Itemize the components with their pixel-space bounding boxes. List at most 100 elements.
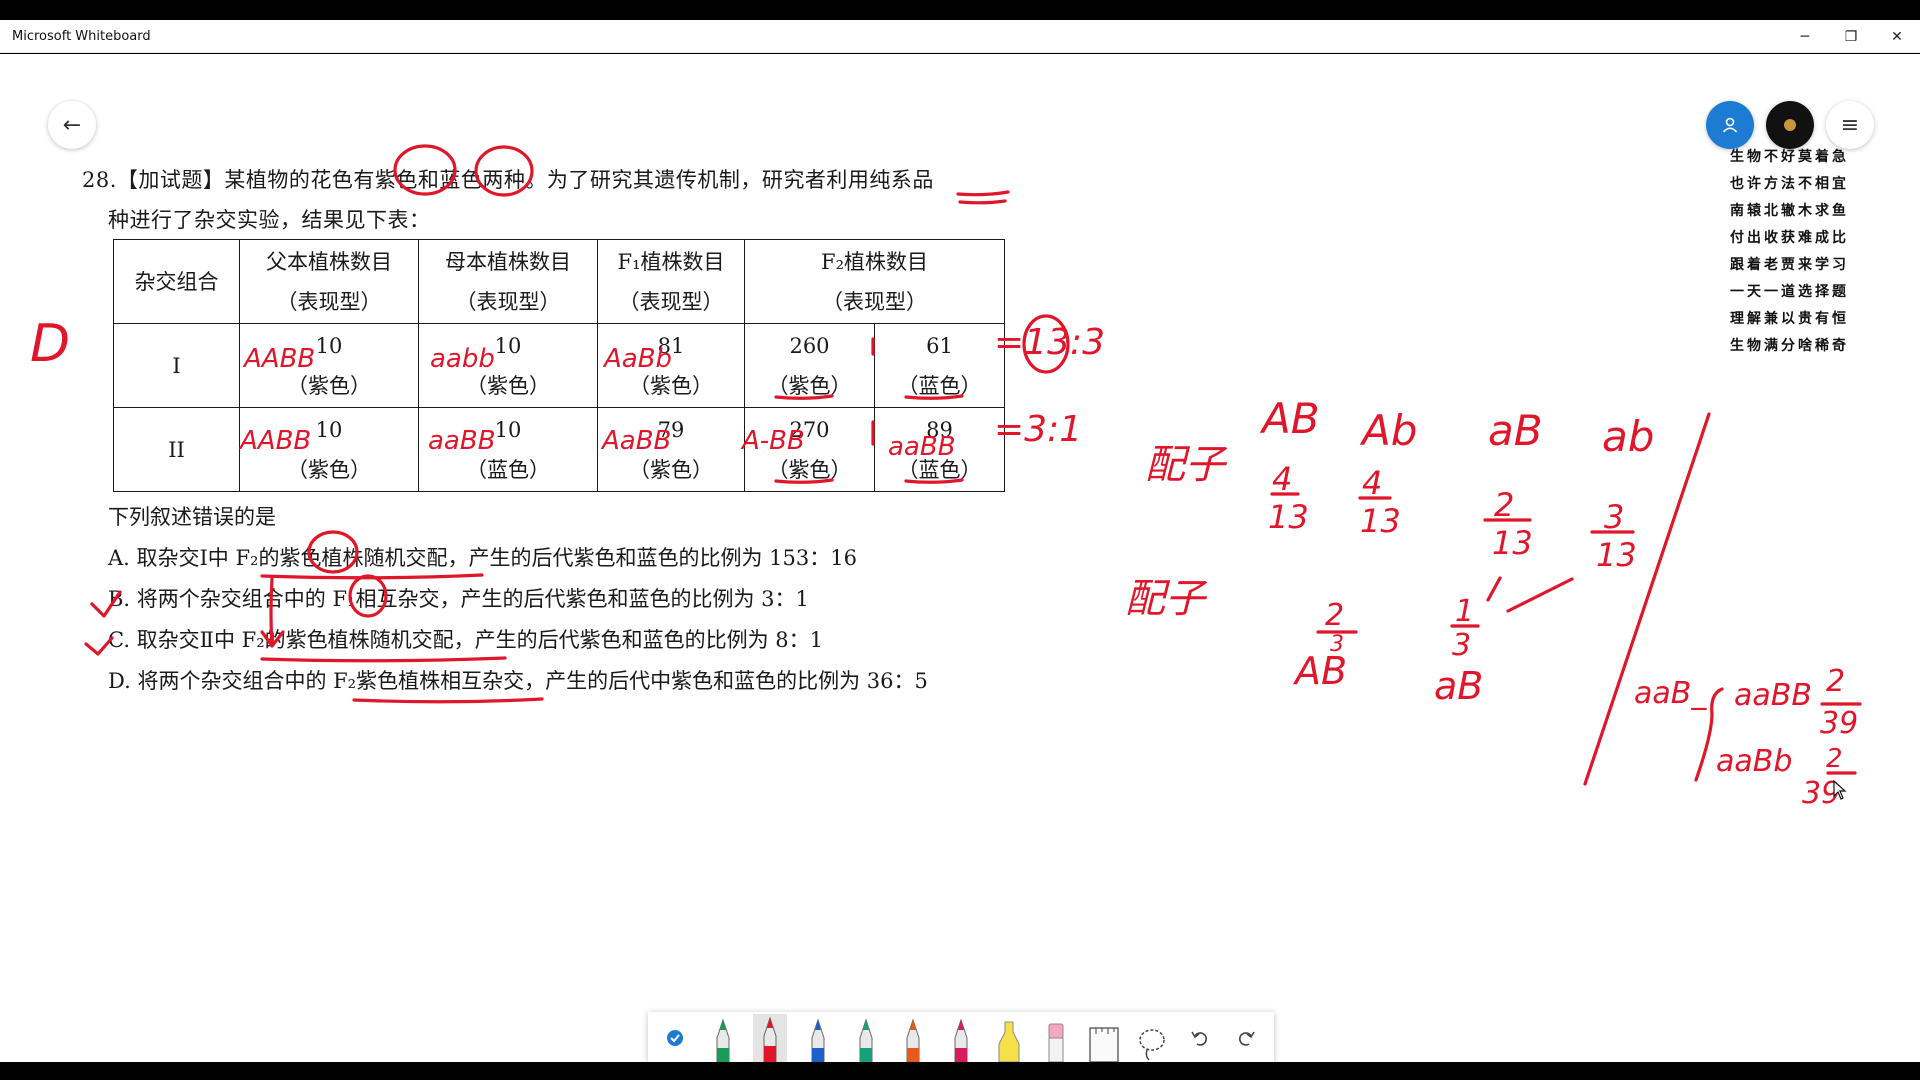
title-bar: Microsoft Whiteboard ─ ❐ ✕ <box>0 20 1920 53</box>
pen-galaxy-icon <box>954 1018 968 1062</box>
eraser-tool[interactable] <box>1040 1014 1074 1062</box>
pen-tool-teal[interactable] <box>849 1014 883 1062</box>
pen-rainbow-icon <box>906 1018 920 1062</box>
ink-fraction-den: 13 <box>1492 524 1533 562</box>
ink-genotype: aabb <box>430 344 495 374</box>
table-header-row: 杂交组合 父本植株数目 （表现型） 母本植株数目 （表现型） F₁植株数目 （表现型）… <box>113 239 1005 324</box>
ink-ratio-13-3: =13:3 <box>994 322 1106 363</box>
undo-button[interactable] <box>1183 1014 1217 1062</box>
share-button[interactable] <box>1706 101 1754 149</box>
arrow-left-icon: ← <box>62 112 82 138</box>
question-prompt: 下列叙述错误的是 <box>108 505 276 529</box>
ink-fraction-den: 3 <box>1452 628 1472 663</box>
pen-teal-icon <box>859 1018 873 1062</box>
restore-button[interactable]: ❐ <box>1828 20 1874 53</box>
ink-red-slash-1 <box>1486 576 1502 602</box>
ink-ratio-3-1: =3:1 <box>994 409 1083 450</box>
person-icon <box>1722 117 1738 133</box>
highlighter-tool[interactable] <box>992 1014 1026 1062</box>
ink-long-divider <box>1583 412 1711 786</box>
menu-icon: ≡ <box>1840 112 1860 138</box>
cell-f2-purple: 260 （紫色） <box>744 323 875 408</box>
ink-fraction-den: 39 <box>1820 706 1859 741</box>
ink-fraction-den: 13 <box>1360 502 1401 540</box>
ink-genotype: aaBB <box>428 426 496 456</box>
pen-tool-blue[interactable] <box>801 1014 835 1062</box>
top-black-band <box>0 0 1920 20</box>
eraser-icon <box>1048 1023 1064 1062</box>
ink-fraction-num: 2 <box>1826 744 1843 774</box>
settings-menu-button[interactable]: ≡ <box>1826 101 1874 149</box>
poem-block: 生物不好莫着急 也许方法不相宜 南辕北辙木求鱼 付出收获难成比 跟着老贾来学习 … <box>1730 144 1849 360</box>
ink-gamete-label: 配子 <box>1145 442 1225 488</box>
avatar-icon <box>1784 119 1796 131</box>
header-cell-father: 父本植株数目 （表现型） <box>239 239 419 324</box>
pen-tool-red[interactable] <box>753 1014 788 1062</box>
ruler-tool[interactable] <box>1087 1014 1121 1062</box>
header-cell-mother: 母本植株数目 （表现型） <box>418 239 598 324</box>
poem-line: 南辕北辙木求鱼 <box>1730 203 1849 219</box>
ink-red-slash-2 <box>1506 577 1574 613</box>
ink-gamete-genotype: aB <box>1434 664 1484 708</box>
cell-f2-blue: 61 （蓝色） <box>874 323 1005 408</box>
pen-tool-green[interactable] <box>706 1014 740 1062</box>
ink-fraction-num: 2 <box>1494 486 1515 524</box>
option-d: D. 将两个杂交组合中的 F₂紫色植株相互杂交，产生的后代中紫色和蓝色的比例为 … <box>108 669 928 693</box>
user-avatar-button[interactable] <box>1766 101 1814 149</box>
ink-genotype: AaBB <box>602 426 672 456</box>
ink-fraction-num: 4 <box>1362 464 1383 502</box>
redo-button[interactable] <box>1230 1014 1264 1062</box>
close-button[interactable]: ✕ <box>1874 20 1920 53</box>
ink-fraction-num: 4 <box>1272 460 1293 498</box>
ink-fraction-num: 3 <box>1604 498 1625 536</box>
ink-genotype-label: aaB_ <box>1634 676 1707 711</box>
header-cell-group: 杂交组合 <box>113 239 240 324</box>
cell-group: II <box>113 407 240 492</box>
pen-tool-galaxy[interactable] <box>944 1014 978 1062</box>
bottom-black-band <box>0 1062 1920 1080</box>
lasso-select-tool[interactable] <box>1135 1014 1169 1062</box>
poem-line: 付出收获难成比 <box>1730 230 1849 246</box>
ink-gamete-genotype: AB <box>1295 649 1348 693</box>
ink-gamete2-label: 配子 <box>1125 576 1205 622</box>
option-c: C. 取杂交Ⅱ中 F₂的紫色植株随机交配，产生的后代紫色和蓝色的比例为 8：1 <box>108 628 824 652</box>
poem-line: 也许方法不相宜 <box>1730 176 1849 192</box>
ink-fraction-num: 1 <box>1455 594 1475 629</box>
ink-underline-pure-2 <box>958 199 1007 205</box>
back-button[interactable]: ← <box>48 101 96 149</box>
option-b: B. 将两个杂交组合中的 F₁相互杂交，产生的后代紫色和蓝色的比例为 3：1 <box>108 587 809 611</box>
ink-fraction-num: 2 <box>1826 664 1846 699</box>
highlighter-icon <box>998 1021 1020 1062</box>
ink-fraction-den: 13 <box>1596 536 1637 574</box>
poem-line: 跟着老贾来学习 <box>1730 257 1849 273</box>
ink-answer-d: D <box>30 314 71 374</box>
pen-tool-rainbow[interactable] <box>896 1014 930 1062</box>
ink-genotype: AABB <box>240 426 312 456</box>
ink-underline-c <box>260 656 507 663</box>
ink-genotype: aaBB <box>888 432 956 462</box>
ink-underline-d <box>352 697 544 704</box>
ink-gamete: ab <box>1602 412 1655 461</box>
ink-genotype: AaBb <box>604 344 673 374</box>
header-cell-f1: F₁植株数目 （表现型） <box>597 239 745 324</box>
poem-line: 生物满分啥稀奇 <box>1730 338 1849 354</box>
pen-blue-icon <box>811 1018 825 1062</box>
poem-line: 理解兼以贵有恒 <box>1730 311 1849 327</box>
ink-underline-pure <box>956 190 1010 197</box>
ink-gamete: aB <box>1488 406 1543 455</box>
ruler-icon <box>1089 1027 1119 1062</box>
ink-fraction-den: 13 <box>1268 498 1309 536</box>
ink-underline-a <box>260 573 484 580</box>
redo-icon <box>1239 1031 1255 1046</box>
ink-to-shape-toggle[interactable] <box>658 1014 692 1062</box>
whiteboard-canvas[interactable]: ← ≡ 28.【加试题】某植物的花色有紫色和蓝色两种。为了研究其遗传机制，研究者… <box>0 54 1920 1062</box>
cell-group: I <box>113 323 240 408</box>
poem-line: 一天一道选择题 <box>1730 284 1849 300</box>
check-circle-icon <box>666 1030 683 1046</box>
question-line-1: 28.【加试题】某植物的花色有紫色和蓝色两种。为了研究其遗传机制，研究者利用纯系… <box>82 168 934 192</box>
pen-green-icon <box>716 1018 730 1062</box>
minimize-button[interactable]: ─ <box>1782 20 1828 53</box>
ink-genotype: AABB <box>244 344 316 374</box>
ink-gamete: Ab <box>1362 406 1418 455</box>
undo-icon <box>1191 1031 1208 1046</box>
